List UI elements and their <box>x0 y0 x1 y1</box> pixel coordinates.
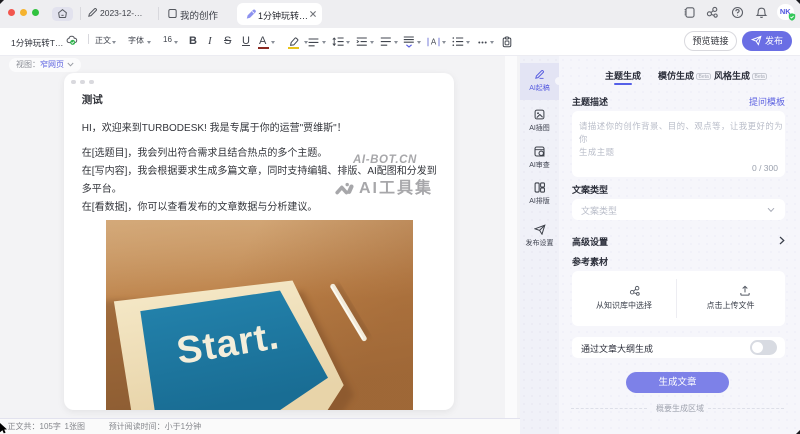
svg-text:A: A <box>431 38 437 47</box>
